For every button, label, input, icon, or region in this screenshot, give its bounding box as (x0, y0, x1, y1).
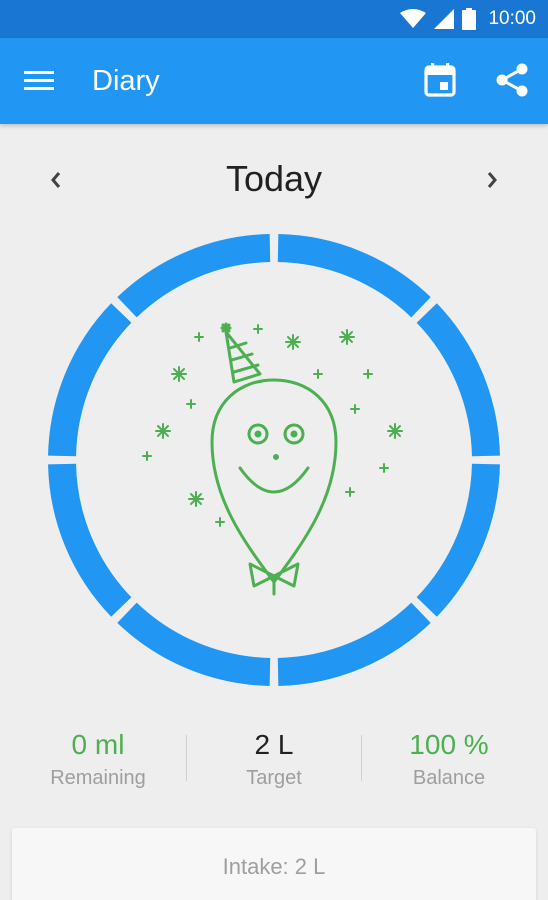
intake-text: Intake: 2 L (222, 854, 326, 879)
ring-segment (277, 602, 431, 686)
wifi-icon (400, 9, 427, 28)
target-value: 2 L (254, 729, 294, 760)
menu-button[interactable] (22, 64, 62, 98)
status-icons: 10:00 (400, 0, 536, 38)
ring-segment (48, 463, 132, 617)
ring-segment (277, 234, 431, 318)
share-button[interactable] (492, 60, 532, 100)
app-title: Diary (92, 65, 160, 97)
progress-ring-svg (48, 234, 500, 686)
battery-icon (462, 8, 477, 30)
balance-label: Balance (412, 767, 486, 789)
menu-icon (24, 71, 54, 90)
calendar-icon (424, 63, 456, 97)
ring-segment (416, 463, 500, 617)
calendar-button[interactable] (420, 60, 460, 100)
ring-segment (117, 602, 271, 686)
progress-ring (44, 230, 504, 690)
party-balloon-illustration (142, 322, 403, 596)
stats-row: 0 ml Remaining 2 L Target 100 % Balance (0, 725, 548, 805)
target-label: Target (246, 767, 302, 789)
remaining-label: Remaining (50, 767, 146, 789)
ring-segment (416, 303, 500, 457)
intake-card[interactable]: Intake: 2 L (12, 828, 536, 900)
ring-segment (117, 234, 271, 318)
status-time: 10:00 (488, 8, 536, 29)
balance-stat: 100 % Balance (359, 725, 539, 790)
signal-icon (434, 9, 455, 29)
app-bar: Diary (0, 38, 548, 124)
date-navigation: Today (0, 150, 548, 210)
target-stat: 2 L Target (184, 725, 364, 790)
date-label: Today (225, 158, 323, 199)
status-bar: 10:00 (0, 0, 548, 38)
chevron-right-icon (487, 172, 497, 188)
remaining-value: 0 ml (71, 729, 125, 760)
remaining-stat: 0 ml Remaining (8, 725, 188, 790)
balance-value: 100 % (409, 729, 489, 760)
share-icon (496, 63, 528, 97)
next-day-button[interactable] (472, 160, 512, 200)
ring-segment (48, 303, 132, 457)
ring-segments (48, 234, 500, 686)
